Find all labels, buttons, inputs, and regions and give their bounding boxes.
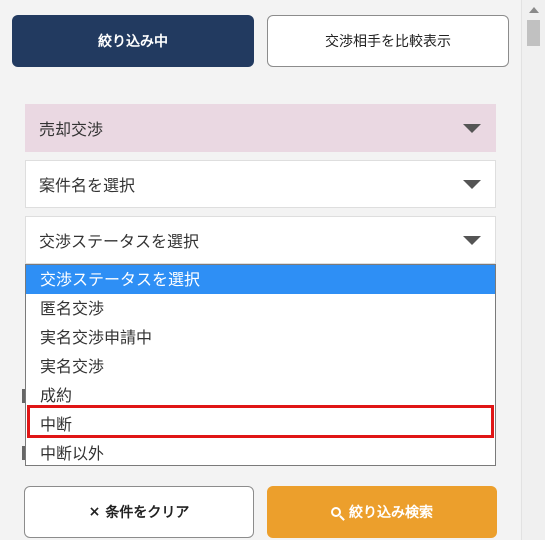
chevron-down-icon [463,124,481,133]
status-select[interactable]: 交渉ステータスを選択 [25,216,496,264]
close-icon: × [88,504,101,520]
dropdown-option-realname-pending[interactable]: 実名交渉申請中 [26,323,495,352]
dropdown-option-realname[interactable]: 実名交渉 [26,352,495,381]
status-placeholder: 交渉ステータスを選択 [39,232,200,251]
chevron-down-icon [463,236,481,245]
clear-conditions-button[interactable]: × 条件をクリア [24,486,254,538]
clear-button-label: 条件をクリア [105,505,190,521]
highlight-annotation [27,405,494,438]
scroll-up-arrow-icon[interactable] [529,7,539,13]
filtering-button[interactable]: 絞り込み中 [12,15,254,67]
filter-panel: 絞り込み中 交渉相手を比較表示 売却交渉 案件名を選択 交渉ステータスを選択 交… [0,0,521,540]
sale-type-select[interactable]: 売却交渉 [25,104,496,152]
compare-partners-button[interactable]: 交渉相手を比較表示 [267,15,509,67]
chevron-down-icon [463,180,481,189]
filter-search-button[interactable]: 絞り込み検索 [267,486,497,538]
sale-type-value: 売却交渉 [39,120,104,139]
dropdown-option-anonymous[interactable]: 匿名交渉 [26,294,495,323]
dropdown-option-not-suspended[interactable]: 中断以外 [26,439,495,468]
filtering-button-label: 絞り込み中 [98,34,168,50]
scrollbar-thumb[interactable] [527,20,540,46]
vertical-scrollbar[interactable] [521,0,545,540]
search-icon [331,507,341,517]
case-name-select[interactable]: 案件名を選択 [25,160,496,208]
dropdown-option-status-placeholder[interactable]: 交渉ステータスを選択 [26,265,495,294]
search-button-label: 絞り込み検索 [349,505,433,521]
case-name-placeholder: 案件名を選択 [39,176,136,195]
compare-button-label: 交渉相手を比較表示 [325,34,451,50]
